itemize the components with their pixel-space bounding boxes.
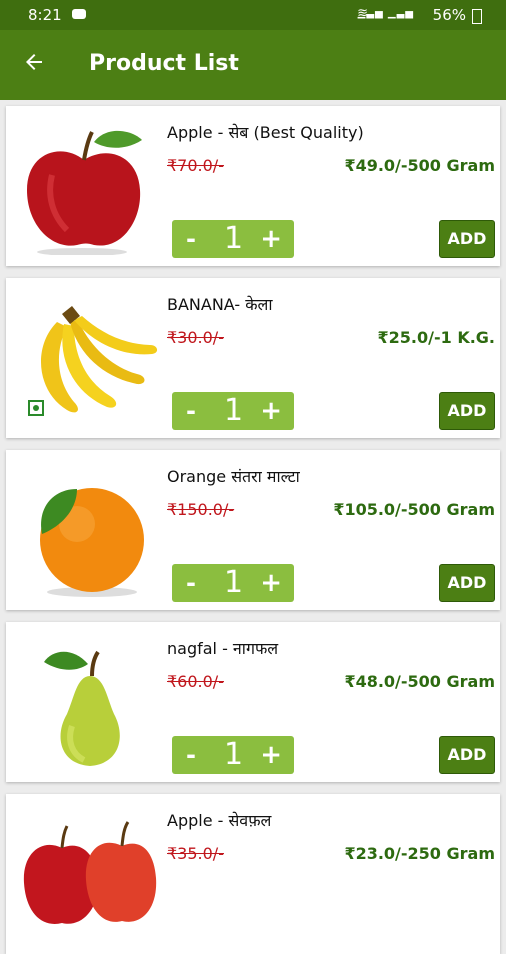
quantity-value: 1 <box>224 565 244 600</box>
product-card: Orange संतरा माल्टा ₹150.0/- ₹105.0/-500… <box>6 450 500 610</box>
quantity-value: 1 <box>224 393 244 428</box>
product-price: ₹48.0/-500 Gram <box>344 672 495 691</box>
product-price: ₹49.0/-500 Gram <box>344 156 495 175</box>
increase-button[interactable]: + <box>260 740 282 770</box>
quantity-value: 1 <box>224 221 244 256</box>
product-price: ₹23.0/-250 Gram <box>344 844 495 863</box>
product-name: Apple - सेब (Best Quality) <box>167 123 364 142</box>
product-card: BANANA- केला ₹30.0/- ₹25.0/-1 K.G. - 1 +… <box>6 278 500 438</box>
increase-button[interactable]: + <box>260 396 282 426</box>
product-card: nagfal - नागफल ₹60.0/- ₹48.0/-500 Gram -… <box>6 622 500 782</box>
add-button[interactable]: ADD <box>439 220 495 258</box>
product-name: BANANA- केला <box>167 295 273 314</box>
decrease-button[interactable]: - <box>186 225 196 253</box>
increase-button[interactable]: + <box>260 224 282 254</box>
add-button[interactable]: ADD <box>439 392 495 430</box>
product-mrp: ₹60.0/- <box>167 672 224 691</box>
signal-icon: ▁▃▅ ▁▃▅ <box>357 8 414 19</box>
product-price: ₹25.0/-1 K.G. <box>377 328 495 347</box>
page-title: Product List <box>89 51 239 76</box>
apple-icon <box>27 130 142 255</box>
quantity-value: 1 <box>224 737 244 772</box>
status-bar: 8:21 ≋ ▁▃▅ ▁▃▅ 56% <box>0 0 506 30</box>
add-button[interactable]: ADD <box>439 564 495 602</box>
decrease-button[interactable]: - <box>186 397 196 425</box>
product-price: ₹105.0/-500 Gram <box>333 500 495 519</box>
increase-button[interactable]: + <box>260 568 282 598</box>
pear-icon <box>44 650 120 766</box>
product-name: nagfal - नागफल <box>167 639 279 658</box>
app-bar: Product List <box>0 30 506 100</box>
quantity-stepper: - 1 + <box>172 392 294 430</box>
add-button[interactable]: ADD <box>439 736 495 774</box>
youtube-notification-icon <box>72 9 86 19</box>
decrease-button[interactable]: - <box>186 741 196 769</box>
product-mrp: ₹35.0/- <box>167 844 224 863</box>
quantity-stepper: - 1 + <box>172 736 294 774</box>
product-name: Apple - सेवफ़ल <box>167 811 272 830</box>
apples-icon <box>23 821 157 924</box>
product-name: Orange संतरा माल्टा <box>167 467 300 486</box>
product-mrp: ₹150.0/- <box>167 500 235 519</box>
decrease-button[interactable]: - <box>186 569 196 597</box>
battery-percent: 56% <box>432 6 466 24</box>
product-mrp: ₹30.0/- <box>167 328 224 347</box>
quantity-stepper: - 1 + <box>172 564 294 602</box>
quantity-stepper: - 1 + <box>172 220 294 258</box>
orange-icon <box>40 488 144 597</box>
product-card: Apple - सेवफ़ल ₹35.0/- ₹23.0/-250 Gram <box>6 794 500 954</box>
product-card: Apple - सेब (Best Quality) ₹70.0/- ₹49.0… <box>6 106 500 266</box>
back-arrow-icon[interactable] <box>22 50 46 79</box>
status-time: 8:21 <box>28 6 62 24</box>
battery-icon <box>472 9 482 24</box>
product-mrp: ₹70.0/- <box>167 156 224 175</box>
veg-indicator-icon <box>28 400 44 416</box>
